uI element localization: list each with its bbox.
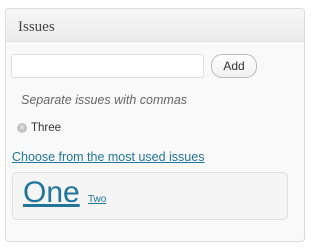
tag-label: Three: [31, 122, 62, 134]
tag-item: × Three: [17, 121, 61, 135]
new-issue-input[interactable]: [11, 54, 204, 78]
most-used-link[interactable]: Choose from the most used issues: [12, 150, 204, 164]
remove-tag-icon[interactable]: ×: [17, 123, 27, 133]
cloud-tag-one[interactable]: One: [23, 173, 80, 213]
tag-cloud: One Two: [12, 172, 288, 220]
cloud-tag-two[interactable]: Two: [88, 194, 106, 205]
panel-header: Issues: [6, 9, 304, 42]
hint-text: Separate issues with commas: [21, 93, 188, 107]
panel-title: Issues: [18, 19, 55, 35]
add-button[interactable]: Add: [211, 54, 257, 78]
